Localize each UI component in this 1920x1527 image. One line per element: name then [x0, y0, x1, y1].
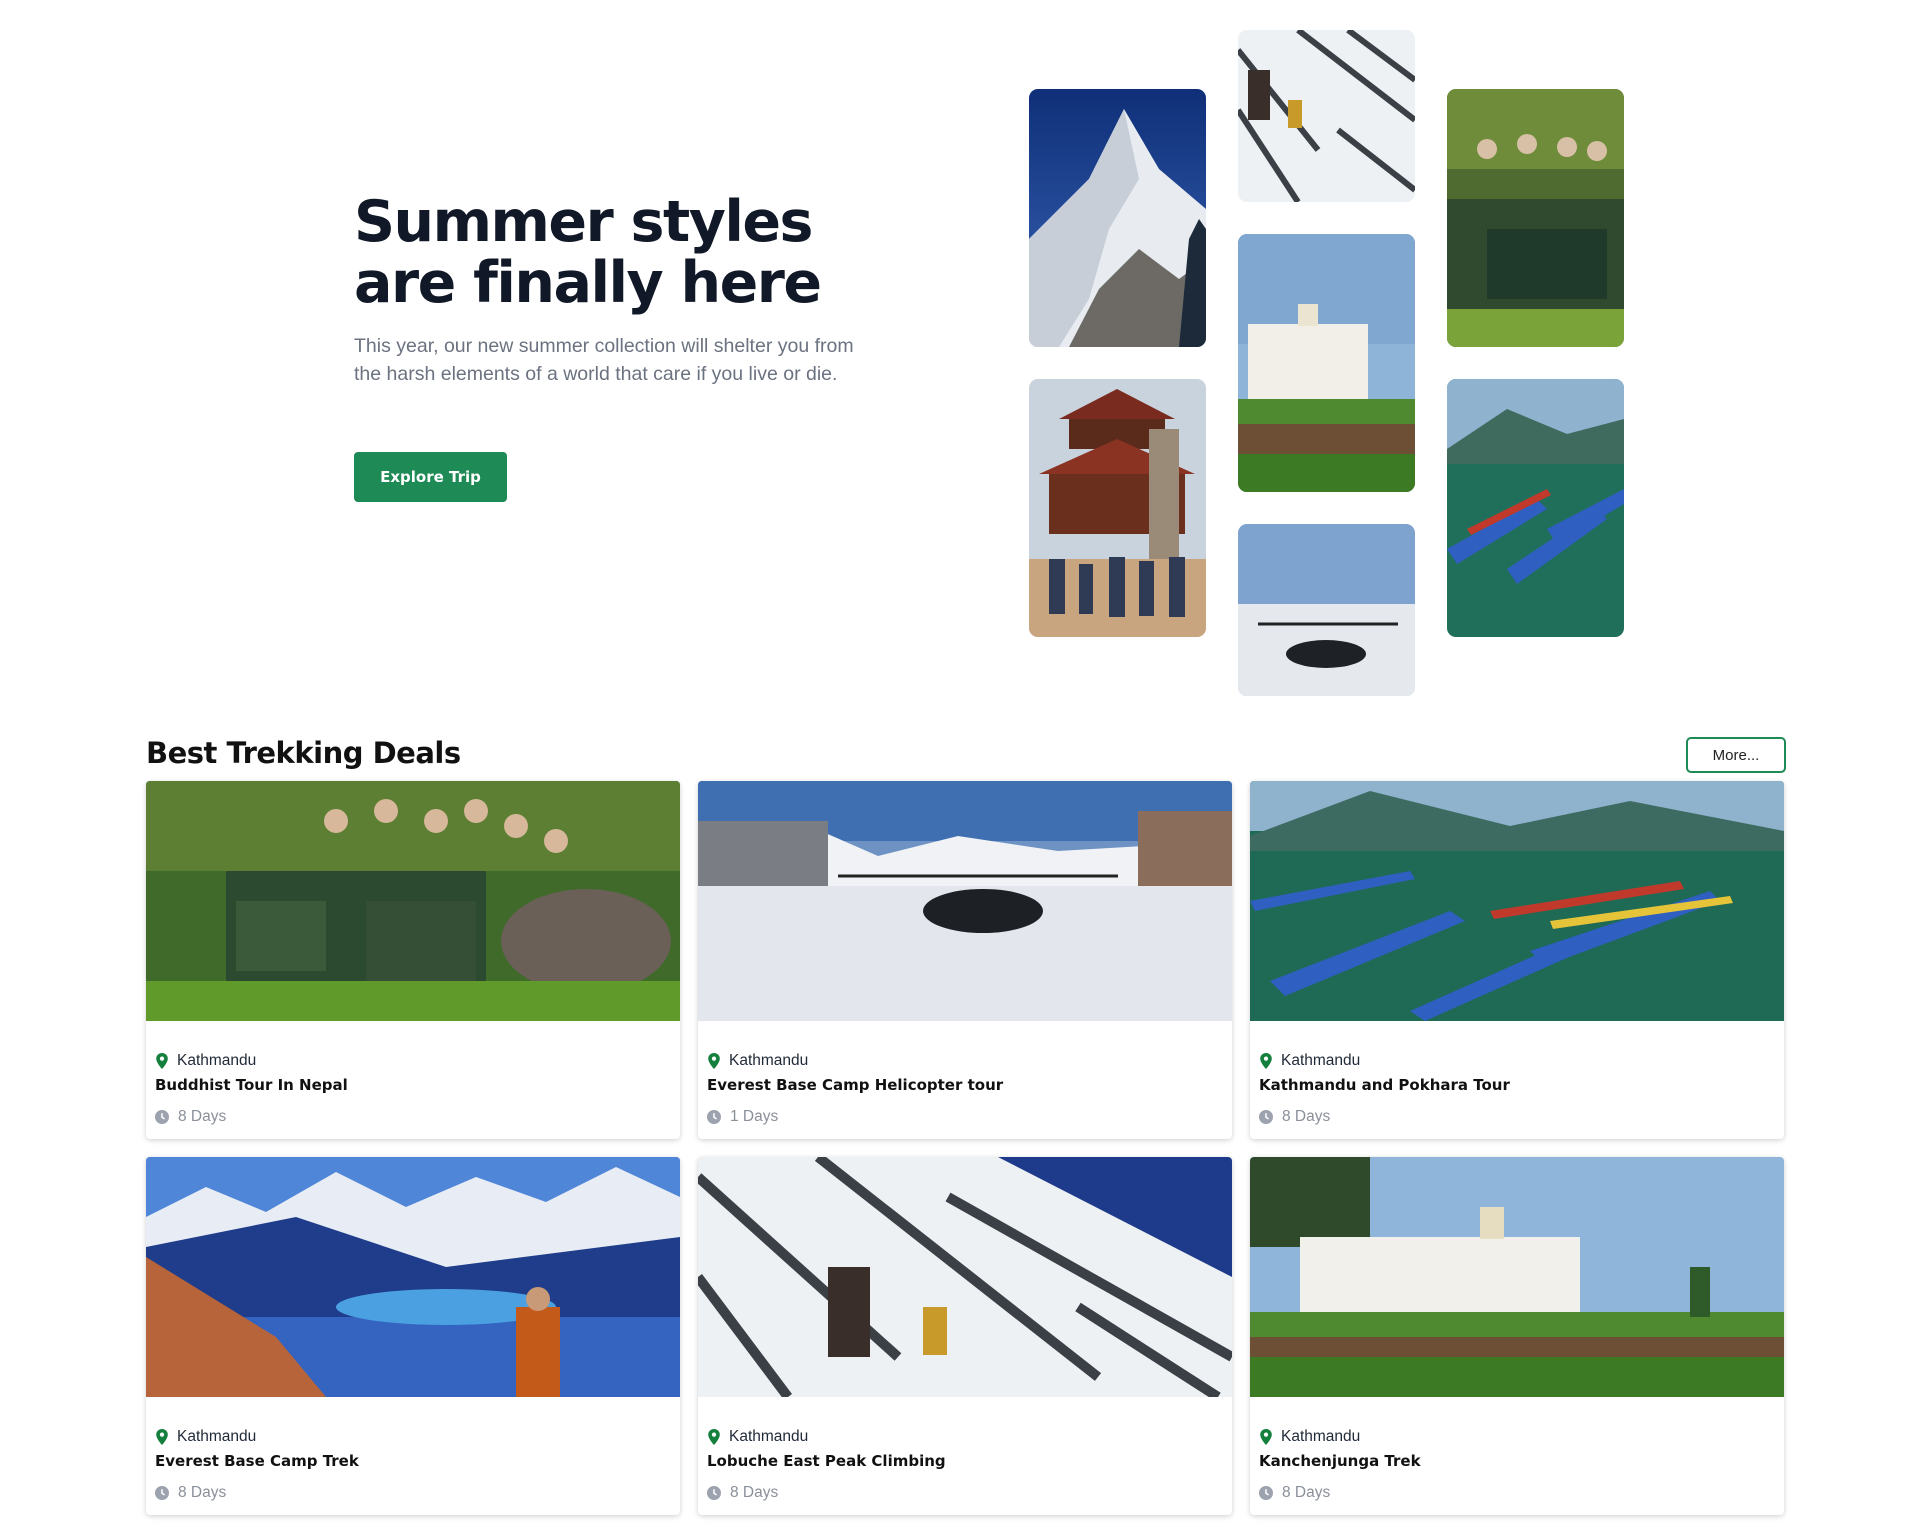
clock-icon: [1259, 1486, 1273, 1500]
hero-description: This year, our new summer collection wil…: [354, 335, 854, 385]
deal-card-image: [146, 781, 680, 1021]
card-title[interactable]: Everest Base Camp Helicopter tour: [707, 1076, 1223, 1096]
card-location: Kathmandu: [729, 1428, 809, 1445]
deal-card[interactable]: Kathmandu Lobuche East Peak Climbing 8 D…: [698, 1157, 1232, 1515]
card-duration: 8 Days: [1282, 1108, 1331, 1125]
gallery-image-climbers: [1238, 30, 1415, 202]
gallery-image-stupa: [1238, 234, 1415, 492]
deal-card-image: [1250, 1157, 1784, 1397]
card-title[interactable]: Lobuche East Peak Climbing: [707, 1452, 1223, 1472]
card-duration: 8 Days: [730, 1484, 779, 1501]
card-location: Kathmandu: [177, 1428, 257, 1445]
map-pin-icon: [708, 1053, 720, 1069]
map-pin-icon: [156, 1053, 168, 1069]
card-location: Kathmandu: [1281, 1052, 1361, 1069]
card-location: Kathmandu: [1281, 1428, 1361, 1445]
deal-card-image: [1250, 781, 1784, 1021]
card-duration: 8 Days: [1282, 1484, 1331, 1501]
card-title[interactable]: Kathmandu and Pokhara Tour: [1259, 1076, 1775, 1096]
clock-icon: [707, 1110, 721, 1124]
map-pin-icon: [156, 1429, 168, 1445]
hero-title: Summer styles are finally here: [354, 189, 822, 316]
card-title[interactable]: Everest Base Camp Trek: [155, 1452, 671, 1472]
deal-card-image: [146, 1157, 680, 1397]
map-pin-icon: [708, 1429, 720, 1445]
explore-trip-button[interactable]: Explore Trip: [354, 452, 507, 502]
deal-card-image: [698, 1157, 1232, 1397]
gallery-image-mountain-peak: [1029, 89, 1206, 347]
deal-card-image: [698, 781, 1232, 1021]
clock-icon: [155, 1110, 169, 1124]
deal-card[interactable]: Kathmandu Kathmandu and Pokhara Tour 8 D…: [1250, 781, 1784, 1139]
deal-card[interactable]: Kathmandu Kanchenjunga Trek 8 Days: [1250, 1157, 1784, 1515]
deal-card[interactable]: Kathmandu Everest Base Camp Trek 8 Days: [146, 1157, 680, 1515]
clock-icon: [155, 1486, 169, 1500]
card-duration: 8 Days: [178, 1484, 227, 1501]
gallery-image-temple: [1029, 379, 1206, 637]
card-location: Kathmandu: [729, 1052, 809, 1069]
card-location: Kathmandu: [177, 1052, 257, 1069]
deal-card[interactable]: Kathmandu Buddhist Tour In Nepal 8 Days: [146, 781, 680, 1139]
hero-section: Summer styles are finally here This year…: [0, 0, 1920, 700]
gallery-image-jeep-safari: [1447, 89, 1624, 347]
deal-card[interactable]: Kathmandu Everest Base Camp Helicopter t…: [698, 781, 1232, 1139]
clock-icon: [707, 1486, 721, 1500]
card-title[interactable]: Buddhist Tour In Nepal: [155, 1076, 671, 1096]
section-title: Best Trekking Deals: [146, 736, 461, 770]
map-pin-icon: [1260, 1429, 1272, 1445]
gallery-image-helicopter: [1238, 524, 1415, 696]
gallery-image-boats: [1447, 379, 1624, 637]
map-pin-icon: [1260, 1053, 1272, 1069]
card-title[interactable]: Kanchenjunga Trek: [1259, 1452, 1775, 1472]
clock-icon: [1259, 1110, 1273, 1124]
card-duration: 8 Days: [178, 1108, 227, 1125]
card-duration: 1 Days: [730, 1108, 779, 1125]
hero-text-block: Summer styles are finally here This year…: [354, 192, 874, 388]
more-button[interactable]: More...: [1686, 737, 1786, 773]
